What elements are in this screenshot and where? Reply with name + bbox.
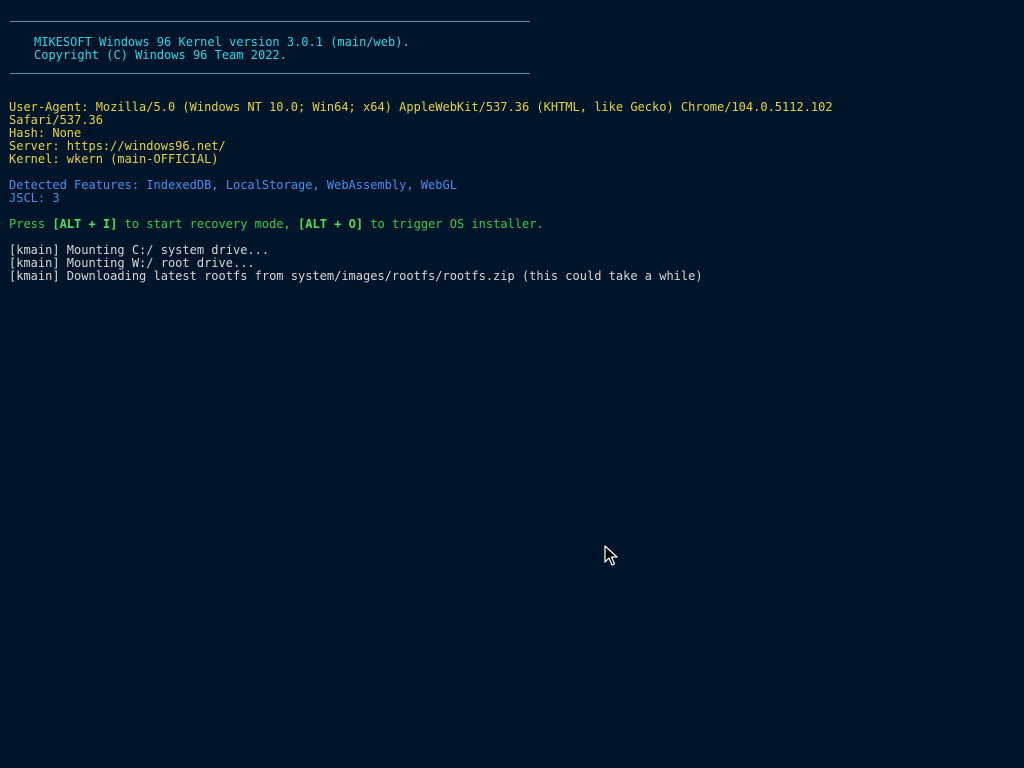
mouse-pointer-icon: [604, 545, 618, 566]
jscl-line: JSCL: 3: [9, 191, 60, 205]
banner-copyright: Copyright (C) Windows 96 Team 2022.: [34, 48, 287, 62]
alt-i-shortcut: [ALT + I]: [52, 217, 118, 231]
recovery-prompt: Press [ALT + I] to start recovery mode, …: [9, 218, 544, 231]
user-agent-line: User-Agent: Mozilla/5.0 (Windows NT 10.0…: [9, 100, 833, 114]
prompt-mid-text: to start recovery mode,: [117, 217, 299, 231]
log-line: [kmain] Downloading latest rootfs from s…: [9, 269, 703, 283]
kernel-line: Kernel: wkern (main-OFFICIAL): [9, 152, 219, 166]
prompt-press-text: Press: [9, 217, 53, 231]
alt-o-shortcut: [ALT + O]: [298, 217, 364, 231]
banner-top-rule: [10, 21, 530, 22]
detected-features-line: Detected Features: IndexedDB, LocalStora…: [9, 178, 457, 192]
prompt-end-text: to trigger OS installer.: [363, 217, 544, 231]
banner-bottom-rule: [10, 73, 530, 74]
